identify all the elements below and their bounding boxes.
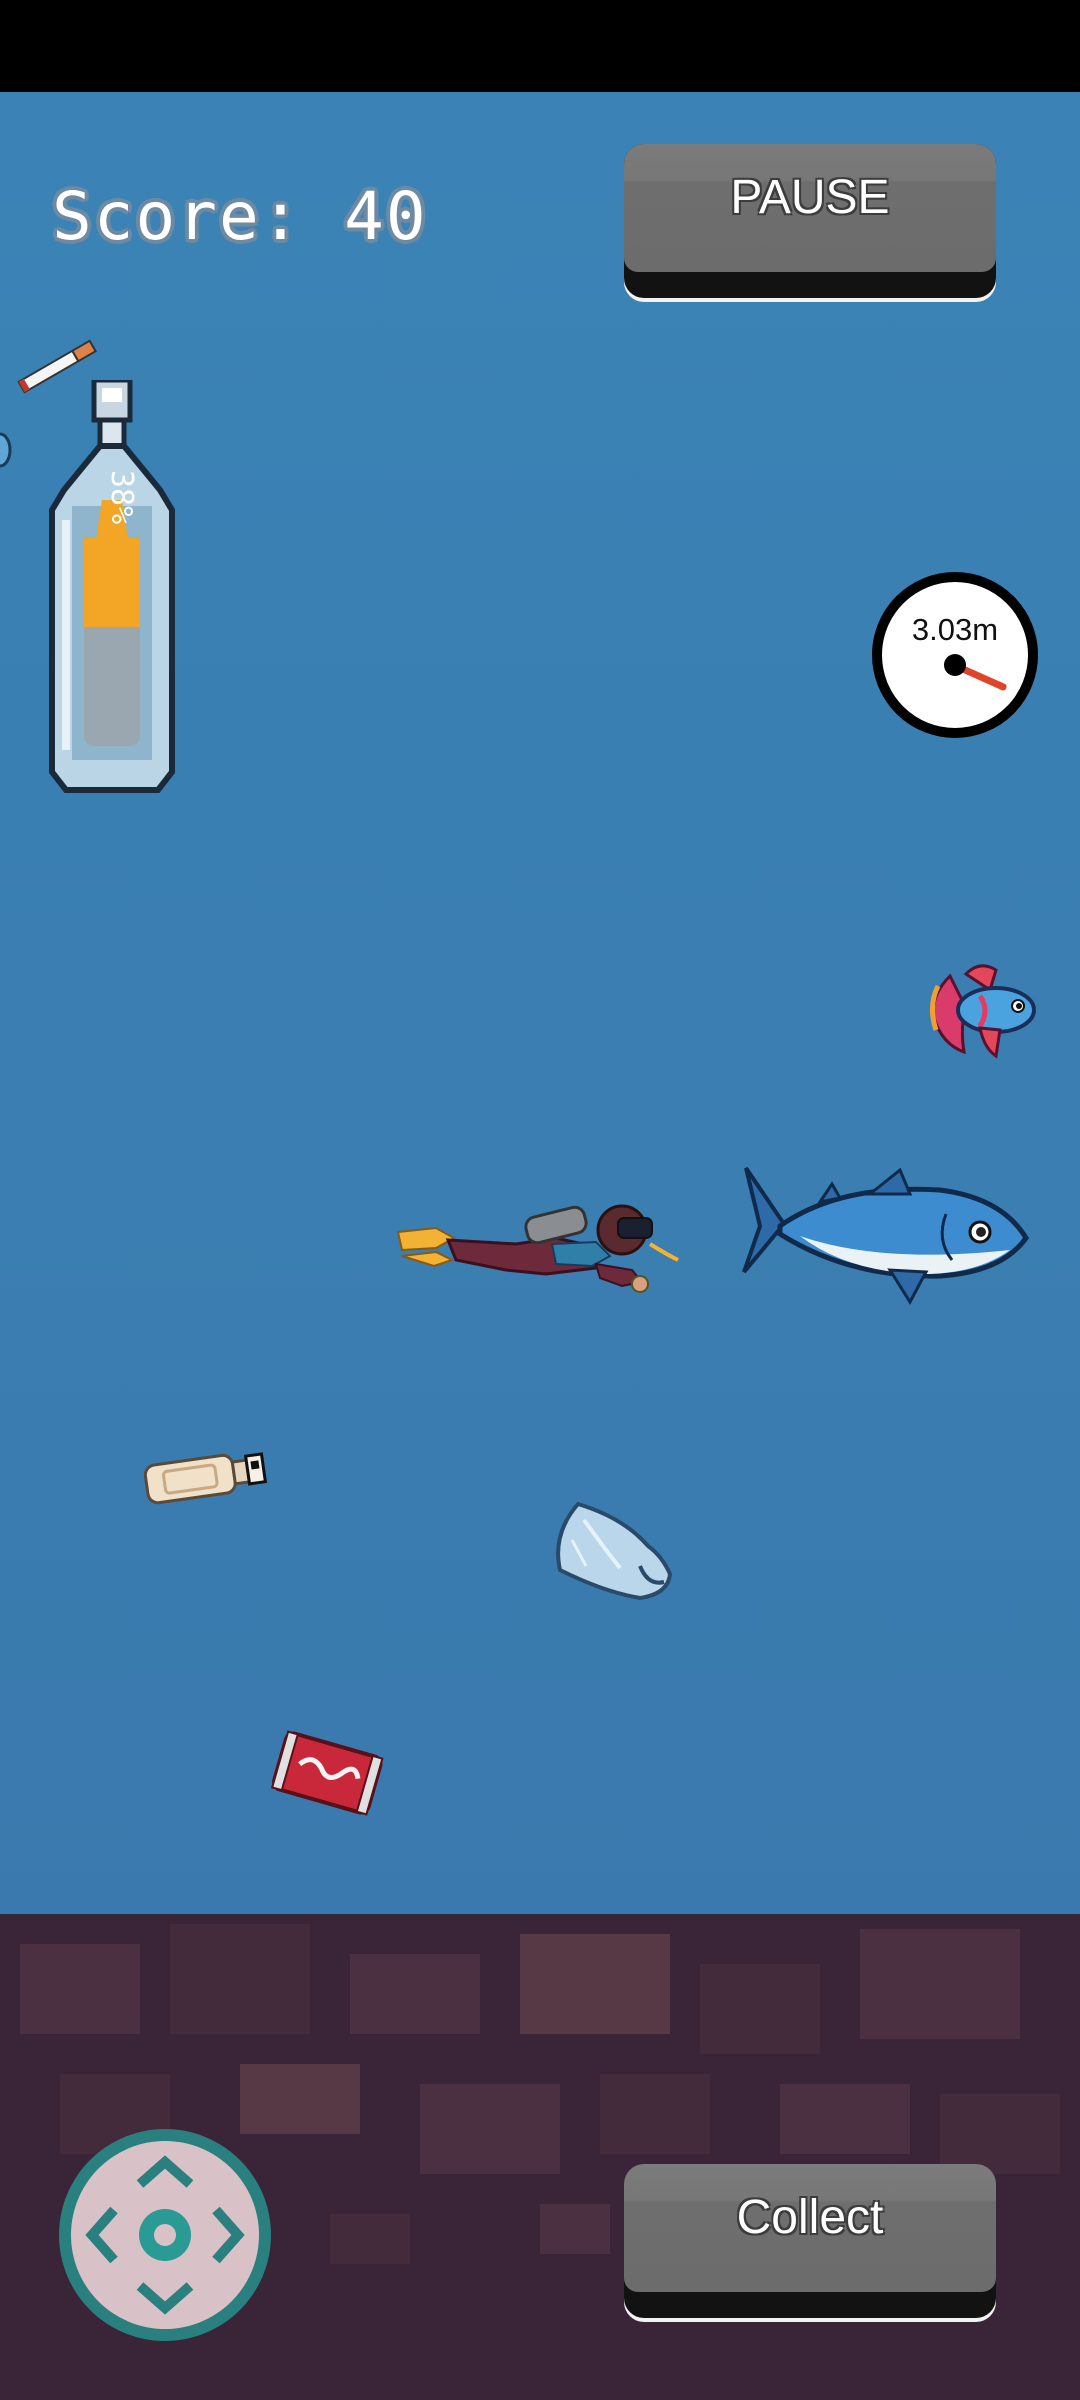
depth-gauge: 3.03m: [872, 572, 1038, 738]
tuna-fish: [742, 1166, 1029, 1305]
collect-button[interactable]: Collect: [624, 2164, 996, 2318]
oxygen-percent-label: 38%: [104, 470, 139, 524]
diver-player: [396, 1204, 679, 1293]
collect-button-label: Collect: [736, 2191, 884, 2244]
edge-object: [0, 432, 12, 468]
status-bar: [0, 0, 1080, 92]
depth-hub: [944, 654, 966, 676]
pause-button[interactable]: PAUSE: [624, 144, 996, 298]
directional-pad[interactable]: [54, 2124, 276, 2346]
plastic-bag-trash: [556, 1501, 673, 1601]
oxygen-gauge: 38%: [44, 377, 180, 796]
oxygen-bottle-icon: 38%: [49, 377, 175, 793]
depth-readout: 3.03m: [911, 612, 999, 647]
plastic-bottle-trash: [143, 1452, 268, 1505]
directional-pad-icon: [59, 2129, 271, 2341]
pause-button-label: PAUSE: [730, 171, 890, 224]
betta-fish: [930, 964, 1036, 1059]
soda-can-trash: [270, 1730, 384, 1816]
sea-background: [0, 92, 1080, 1914]
score-label: Score: 40: [52, 178, 428, 255]
cigarette-trash: [17, 339, 98, 394]
